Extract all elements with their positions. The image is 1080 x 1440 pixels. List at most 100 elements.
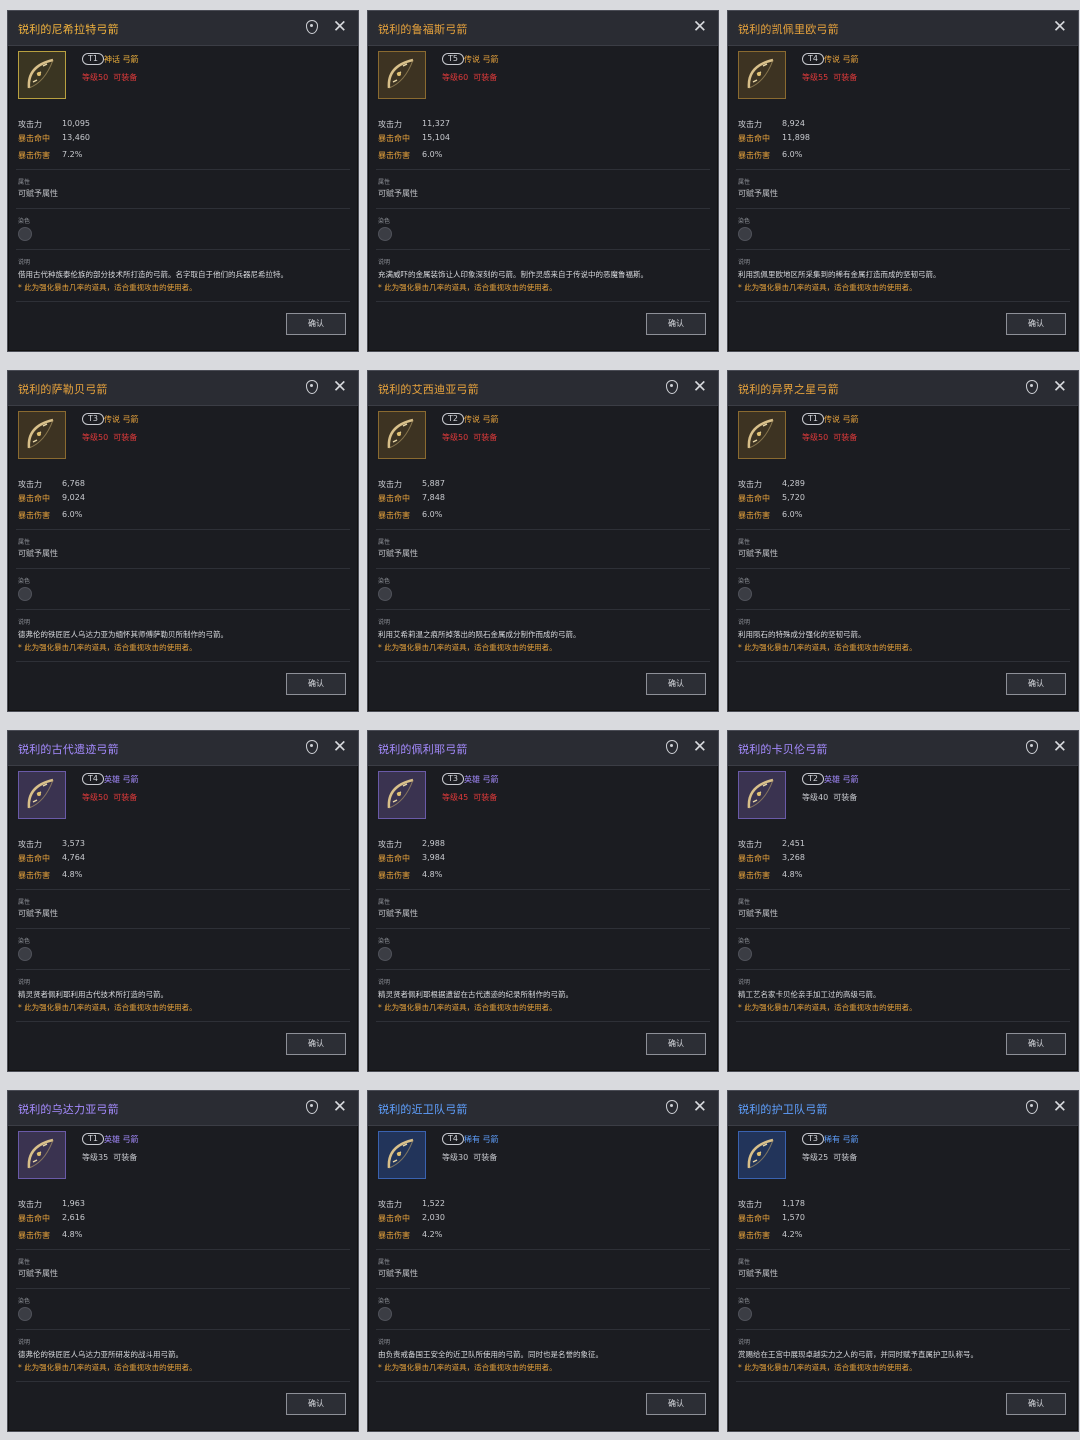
confirm-button[interactable]: 确认 (646, 673, 706, 695)
crit-hit-value: 2,030 (422, 1213, 445, 1222)
confirm-button[interactable]: 确认 (1006, 673, 1066, 695)
divider (736, 208, 1070, 209)
attack-value: 2,988 (422, 839, 445, 848)
crit-damage-value: 4.8% (62, 870, 83, 879)
dye-section-label: 染色 (378, 578, 391, 585)
attribute-value: 可赋予属性 (738, 189, 778, 198)
tooltip-titlebar: 锐利的护卫队弓箭 ✕ (728, 1091, 1078, 1126)
crit-damage-label: 暴击伤害 (18, 871, 50, 880)
bow-icon (747, 58, 774, 89)
dye-slot[interactable] (738, 947, 752, 961)
close-icon[interactable]: ✕ (693, 737, 707, 757)
confirm-button[interactable]: 确认 (1006, 1033, 1066, 1055)
attribute-value: 可赋予属性 (18, 1269, 58, 1278)
crit-hit-value: 11,898 (782, 133, 810, 142)
dye-slot[interactable] (378, 587, 392, 601)
confirm-button[interactable]: 确认 (286, 313, 346, 335)
equip-status: 可装备 (473, 433, 498, 442)
close-icon[interactable]: ✕ (333, 737, 347, 757)
rarity-label: 英雄 弓箭 (824, 775, 859, 784)
attribute-value: 可赋予属性 (738, 1269, 778, 1278)
confirm-button[interactable]: 确认 (646, 1393, 706, 1415)
divider (376, 568, 710, 569)
item-note: * 此为强化暴击几率的道具，适合重视攻击的使用者。 (18, 283, 197, 292)
dye-slot[interactable] (378, 1307, 392, 1321)
dye-slot[interactable] (18, 947, 32, 961)
tier-badge: T1 (82, 53, 104, 65)
confirm-button[interactable]: 确认 (646, 1033, 706, 1055)
crit-hit-label: 暴击命中 (18, 134, 50, 143)
divider (16, 661, 350, 662)
dye-slot[interactable] (18, 227, 32, 241)
map-pin-icon[interactable] (306, 1100, 318, 1114)
description-section-label: 说明 (738, 619, 751, 626)
attribute-section-label: 属性 (738, 539, 751, 546)
bow-icon (27, 58, 54, 89)
requirement-text: 等级25 可装备 (802, 1152, 857, 1163)
close-icon[interactable]: ✕ (333, 377, 347, 397)
close-icon[interactable]: ✕ (1053, 17, 1067, 37)
item-tooltip-card: 锐利的异界之星弓箭 ✕ T1 传说 弓箭 等级50 可装备 攻击力 4,289 … (727, 370, 1079, 712)
close-icon[interactable]: ✕ (693, 377, 707, 397)
map-pin-icon[interactable] (1026, 1100, 1038, 1114)
close-icon[interactable]: ✕ (333, 17, 347, 37)
divider (376, 661, 710, 662)
attack-label: 攻击力 (18, 840, 42, 849)
crit-hit-value: 13,460 (62, 133, 90, 142)
level-requirement: 等级25 (802, 1153, 829, 1162)
crit-hit-label: 暴击命中 (18, 494, 50, 503)
description-section-label: 说明 (378, 619, 391, 626)
crit-hit-value: 9,024 (62, 493, 85, 502)
attribute-section-label: 属性 (738, 1259, 751, 1266)
map-pin-icon[interactable] (306, 380, 318, 394)
divider (736, 1329, 1070, 1330)
dye-slot[interactable] (378, 227, 392, 241)
level-requirement: 等级50 (802, 433, 829, 442)
crit-damage-value: 4.8% (422, 870, 443, 879)
item-note: * 此为强化暴击几率的道具，适合重视攻击的使用者。 (378, 643, 557, 652)
dye-slot[interactable] (18, 1307, 32, 1321)
map-pin-icon[interactable] (1026, 740, 1038, 754)
item-icon (378, 51, 426, 99)
close-icon[interactable]: ✕ (333, 1097, 347, 1117)
confirm-button[interactable]: 确认 (286, 673, 346, 695)
map-pin-icon[interactable] (306, 20, 318, 34)
confirm-button[interactable]: 确认 (1006, 313, 1066, 335)
dye-slot[interactable] (738, 227, 752, 241)
divider (376, 609, 710, 610)
item-title: 锐利的近卫队弓箭 (378, 1103, 468, 1116)
confirm-button[interactable]: 确认 (1006, 1393, 1066, 1415)
dye-slot[interactable] (378, 947, 392, 961)
equip-status: 可装备 (833, 73, 858, 82)
close-icon[interactable]: ✕ (1053, 377, 1067, 397)
attack-label: 攻击力 (738, 480, 762, 489)
crit-hit-label: 暴击命中 (18, 854, 50, 863)
close-icon[interactable]: ✕ (1053, 1097, 1067, 1117)
map-pin-icon[interactable] (666, 740, 678, 754)
map-pin-icon[interactable] (666, 1100, 678, 1114)
level-requirement: 等级50 (82, 793, 109, 802)
confirm-button[interactable]: 确认 (286, 1393, 346, 1415)
divider (16, 889, 350, 890)
rarity-label: 传说 弓箭 (104, 415, 139, 424)
map-pin-icon[interactable] (306, 740, 318, 754)
dye-slot[interactable] (18, 587, 32, 601)
dye-slot[interactable] (738, 587, 752, 601)
item-description: 利用凯佩里欧地区所采集到的稀有金属打造而成的坚韧弓箭。 (738, 270, 941, 279)
item-note: * 此为强化暴击几率的道具，适合重视攻击的使用者。 (18, 1003, 197, 1012)
close-icon[interactable]: ✕ (693, 1097, 707, 1117)
map-pin-icon[interactable] (666, 380, 678, 394)
confirm-button[interactable]: 确认 (286, 1033, 346, 1055)
item-title: 锐利的乌达力亚弓箭 (18, 1103, 119, 1116)
divider (376, 249, 710, 250)
confirm-button[interactable]: 确认 (646, 313, 706, 335)
dye-slot[interactable] (738, 1307, 752, 1321)
close-icon[interactable]: ✕ (1053, 737, 1067, 757)
dye-section-label: 染色 (378, 218, 391, 225)
divider (376, 529, 710, 530)
attack-value: 1,178 (782, 1199, 805, 1208)
close-icon[interactable]: ✕ (693, 17, 707, 37)
map-pin-icon[interactable] (1026, 380, 1038, 394)
divider (16, 529, 350, 530)
rarity-label: 传说 弓箭 (464, 55, 499, 64)
